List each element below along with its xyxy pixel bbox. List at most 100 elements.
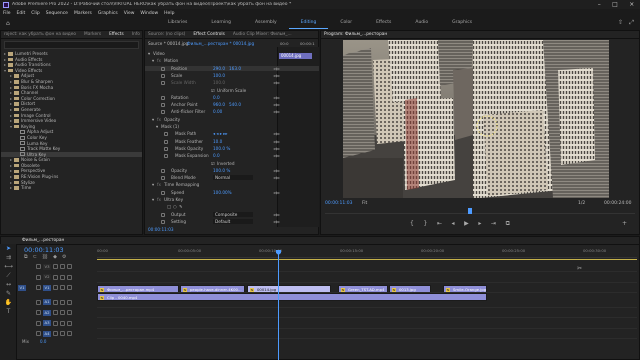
- effects-search-input[interactable]: [4, 41, 139, 49]
- menu-file[interactable]: File: [3, 11, 11, 16]
- stopwatch-icon[interactable]: [164, 132, 168, 137]
- workspace-libraries[interactable]: Libraries: [156, 17, 199, 29]
- ec-row[interactable]: ▾ Video: [145, 51, 319, 57]
- keyframe-nav-icon[interactable]: ◂◆▸: [273, 102, 280, 107]
- sync-lock-icon[interactable]: [53, 331, 58, 337]
- checkbox[interactable]: ☑: [211, 161, 215, 166]
- ec-value[interactable]: 0.00: [213, 109, 222, 114]
- track-target[interactable]: A4: [43, 330, 51, 337]
- track-select-tool-icon[interactable]: ⇉: [0, 253, 17, 262]
- add-marker-icon[interactable]: ◆: [53, 254, 57, 260]
- quick-export-icon[interactable]: ⇧: [618, 19, 623, 27]
- stopwatch-icon[interactable]: [164, 139, 168, 144]
- ec-row[interactable]: Setting Default ◂◆▸: [145, 218, 319, 225]
- close-icon[interactable]: ×: [629, 1, 634, 8]
- ec-value[interactable]: 290.0: [213, 66, 225, 71]
- workspace-editing[interactable]: Editing: [288, 17, 329, 29]
- timeline-settings-icon[interactable]: ⚙: [62, 254, 66, 260]
- ec-value[interactable]: ◂ ◂ ▸ ▸▸: [213, 131, 228, 136]
- chevron-down-icon[interactable]: ▾: [148, 51, 150, 56]
- keyframe-nav-icon[interactable]: ◂◆▸: [273, 175, 280, 180]
- stopwatch-icon[interactable]: [161, 73, 165, 78]
- home-icon[interactable]: ⌂: [6, 20, 10, 27]
- ellipse-mask-icon[interactable]: ○: [173, 204, 177, 209]
- stopwatch-icon[interactable]: [161, 95, 165, 100]
- ec-row[interactable]: Speed 100.00% ◂◆▸: [145, 190, 319, 196]
- program-video-frame[interactable]: [343, 40, 609, 198]
- keyframe-nav-icon[interactable]: ◂◆▸: [273, 190, 280, 195]
- program-scrubber[interactable]: [325, 208, 635, 214]
- workspace-graphics[interactable]: Graphics: [440, 17, 484, 29]
- track-header-a1[interactable]: A1: [18, 299, 96, 307]
- ec-row[interactable]: ▾ fx Opacity: [145, 117, 319, 123]
- minimize-icon[interactable]: –: [598, 1, 601, 8]
- chevron-down-icon[interactable]: ▾: [152, 197, 154, 202]
- workspace-audio[interactable]: Audio: [403, 17, 440, 29]
- toggle-output-icon[interactable]: [67, 285, 72, 291]
- sync-lock-icon[interactable]: [53, 320, 58, 326]
- ec-value[interactable]: 0.0: [213, 153, 220, 158]
- menu-window[interactable]: Window: [140, 11, 158, 16]
- program-quality-select[interactable]: 1/2: [578, 201, 585, 206]
- lock-icon[interactable]: [36, 331, 41, 337]
- checkbox[interactable]: ☑: [211, 88, 215, 93]
- ec-value[interactable]: 0.0: [213, 95, 220, 100]
- linked-selection-icon[interactable]: ⛓: [42, 254, 48, 260]
- timeline-playhead[interactable]: [278, 252, 279, 360]
- keyframe-nav-icon[interactable]: ◂◆▸: [273, 109, 280, 114]
- track-header-a4[interactable]: A4: [18, 330, 96, 338]
- tab-audio-clip-mixer[interactable]: Audio Clip Mixer: Фильм_...: [233, 32, 292, 37]
- lock-icon[interactable]: [36, 264, 41, 270]
- ec-dropdown[interactable]: Composite: [213, 211, 253, 217]
- ec-row[interactable]: ▾ fx Ultra Key: [145, 197, 319, 203]
- lock-icon[interactable]: [36, 299, 41, 305]
- ec-row[interactable]: ☑ Uniform Scale: [145, 88, 319, 94]
- tab-project[interactable]: roject: как убрать фон на видео: [4, 32, 76, 37]
- track-area[interactable]: fx Фильм_...ресторан.mp4 fx people-have-din…: [97, 262, 637, 342]
- effects-folder[interactable]: ▸ Time: [1, 185, 142, 191]
- keyframe-nav-icon[interactable]: ◂◆▸: [273, 80, 280, 85]
- ec-value-y[interactable]: 163.0: [229, 66, 241, 71]
- ec-dropdown[interactable]: Normal: [213, 175, 253, 181]
- timeline-ruler[interactable]: 00:00 00:00:05:00 00:00:10:00 00:00:15:00 00…: [97, 246, 637, 258]
- pen-tool-icon[interactable]: ✎: [0, 289, 17, 298]
- fx-toggle-icon[interactable]: fx: [157, 182, 161, 187]
- ec-row[interactable]: Blend Mode Normal ◂◆▸: [145, 175, 319, 181]
- sync-lock-icon[interactable]: [53, 285, 58, 291]
- ec-value[interactable]: 100.00%: [213, 190, 232, 195]
- ec-row[interactable]: Output Composite ◂◆▸: [145, 211, 319, 218]
- lock-icon[interactable]: [36, 285, 41, 291]
- ripple-edit-tool-icon[interactable]: ⟷: [0, 262, 17, 271]
- ec-row[interactable]: Mask Feather 10.0 ◂◆▸: [145, 139, 319, 145]
- eye-icon[interactable]: [60, 274, 65, 280]
- keyframe-nav-icon[interactable]: ◂◆▸: [273, 153, 280, 158]
- type-tool-icon[interactable]: T: [0, 307, 17, 316]
- chevron-down-icon[interactable]: ▾: [152, 182, 154, 187]
- toggle-output-icon[interactable]: [67, 264, 72, 270]
- program-monitor-title[interactable]: Program: Фильм_...ресторан: [324, 32, 387, 37]
- lock-icon[interactable]: [36, 320, 41, 326]
- tab-effects[interactable]: Effects: [109, 32, 124, 37]
- stopwatch-icon[interactable]: [161, 190, 165, 195]
- snap-icon[interactable]: ⊂: [33, 254, 37, 260]
- keyframe-nav-icon[interactable]: ◂◆▸: [273, 66, 280, 71]
- ec-timecode[interactable]: 00:00:11:03: [148, 227, 174, 232]
- ec-row[interactable]: Rotation 0.0 ◂◆▸: [145, 95, 319, 101]
- nest-icon[interactable]: ⧉: [24, 254, 28, 260]
- mute-icon[interactable]: [60, 299, 65, 305]
- keyframe-nav-icon[interactable]: ◂◆▸: [273, 146, 280, 151]
- sync-lock-icon[interactable]: [53, 274, 58, 280]
- ec-value[interactable]: 100.0 %: [213, 168, 230, 173]
- menu-view[interactable]: View: [124, 11, 135, 16]
- ec-value[interactable]: 100.0 %: [213, 146, 230, 151]
- ec-row[interactable]: Scale Width 100.0 ◂◆▸: [145, 80, 319, 86]
- ec-row[interactable]: Anti-flicker Filter 0.00 ◂◆▸: [145, 109, 319, 115]
- stopwatch-icon[interactable]: [164, 154, 168, 159]
- ec-row[interactable]: Mask Expansion 0.0 ◂◆▸: [145, 153, 319, 159]
- ec-row[interactable]: Mask Path ◂ ◂ ▸ ▸▸ ◂◆▸: [145, 131, 319, 137]
- razor-tool-icon[interactable]: ⟋: [0, 271, 17, 280]
- play-icon[interactable]: ▶: [464, 220, 469, 228]
- step-back-icon[interactable]: ◂: [452, 220, 455, 228]
- stopwatch-icon[interactable]: [161, 168, 165, 173]
- solo-icon[interactable]: [67, 310, 72, 316]
